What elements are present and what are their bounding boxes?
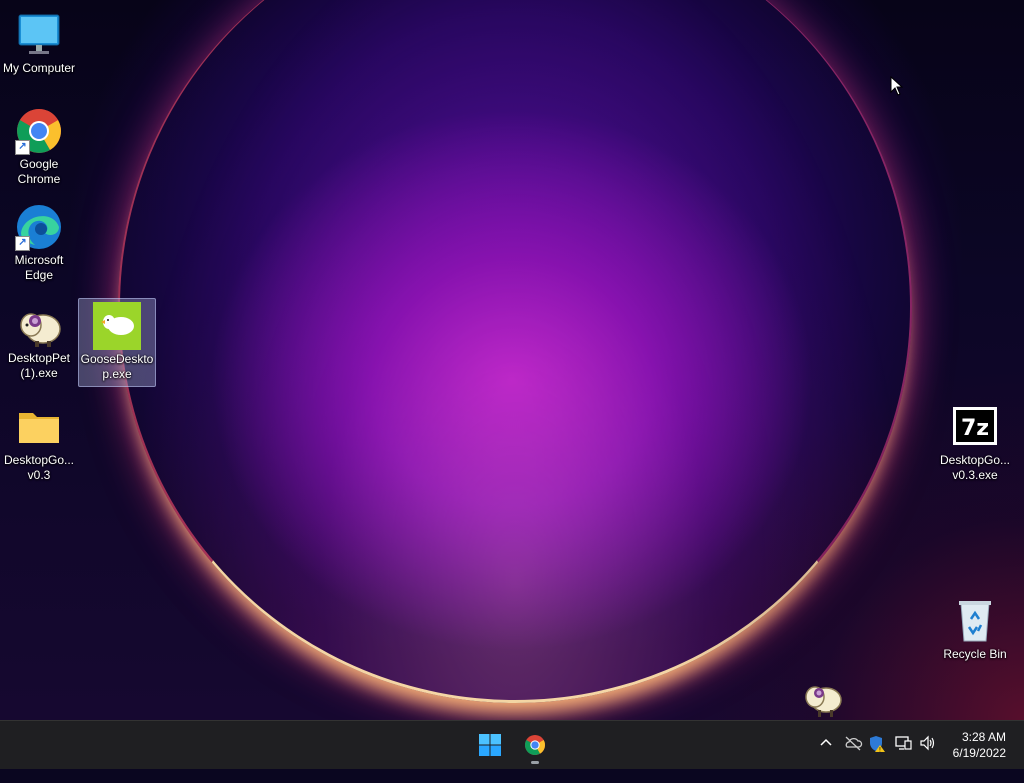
- desktop-icon-label: DesktopGo... v0.3.exe: [939, 453, 1011, 482]
- desktop-icon-goosedesktop[interactable]: GooseDesktop.exe: [78, 298, 156, 387]
- start-button[interactable]: [474, 729, 506, 761]
- desktop-icon-google-chrome[interactable]: ↗ Google Chrome: [1, 104, 77, 191]
- mouse-cursor: [890, 75, 904, 101]
- desktop-icon-label: GooseDesktop.exe: [80, 352, 154, 381]
- recycle-bin-icon: [951, 597, 999, 645]
- network-icon[interactable]: [895, 735, 913, 783]
- 7zip-logo-text: 7z: [961, 416, 989, 441]
- clock-time: 3:28 AM: [961, 730, 1006, 744]
- chrome-icon: [524, 735, 546, 756]
- shortcut-arrow-icon: ↗: [15, 140, 30, 155]
- desktop-icon-label: DesktopGo... v0.3: [3, 453, 75, 482]
- taskbar: ! 3:28 AM 6/19/2022: [0, 720, 1024, 769]
- monitor-icon: [15, 11, 63, 59]
- desktop-background: My Computer ↗ Google Chrome ↗ Microsoft …: [0, 0, 1024, 720]
- tray-overflow-chevron-icon[interactable]: [818, 735, 834, 783]
- folder-icon: [15, 403, 63, 451]
- edge-icon: ↗: [15, 203, 63, 251]
- desktop-icon-label: Microsoft Edge: [14, 253, 64, 282]
- taskbar-chrome-button[interactable]: [519, 729, 551, 764]
- windows-logo-icon: [479, 734, 501, 756]
- shortcut-arrow-icon: ↗: [15, 236, 30, 251]
- desktop-icon-my-computer[interactable]: My Computer: [1, 8, 77, 80]
- desktop-icon-label: My Computer: [2, 61, 76, 75]
- desktop-icon-label: Recycle Bin: [943, 647, 1007, 661]
- clock-date: 6/19/2022: [952, 746, 1006, 760]
- chrome-icon: ↗: [15, 107, 63, 155]
- desktop-icon-desktoppet[interactable]: DesktopPet (1).exe: [1, 298, 77, 385]
- goose-icon: [93, 302, 141, 350]
- desktop-icon-desktopgoose-folder[interactable]: DesktopGo... v0.3: [1, 400, 77, 487]
- desktop-pet-sheep[interactable]: [802, 680, 844, 720]
- svg-text:!: !: [879, 747, 881, 754]
- desktop-icon-label: DesktopPet (1).exe: [7, 351, 71, 380]
- running-indicator: [531, 761, 539, 764]
- desktop-icon-desktopgoose-7z[interactable]: 7z DesktopGo... v0.3.exe: [937, 400, 1013, 487]
- desktop-icon-label: Google Chrome: [17, 157, 61, 186]
- sheep-icon: [15, 301, 63, 349]
- desktop-icon-recycle-bin[interactable]: Recycle Bin: [937, 594, 1013, 666]
- windows-security-warning-icon[interactable]: !: [868, 735, 886, 783]
- volume-icon[interactable]: [919, 735, 937, 783]
- onedrive-offline-icon[interactable]: [843, 735, 863, 783]
- desktop-icon-microsoft-edge[interactable]: ↗ Microsoft Edge: [1, 200, 77, 287]
- taskbar-clock[interactable]: 3:28 AM 6/19/2022: [953, 729, 1006, 761]
- 7zip-icon: 7z: [951, 403, 999, 451]
